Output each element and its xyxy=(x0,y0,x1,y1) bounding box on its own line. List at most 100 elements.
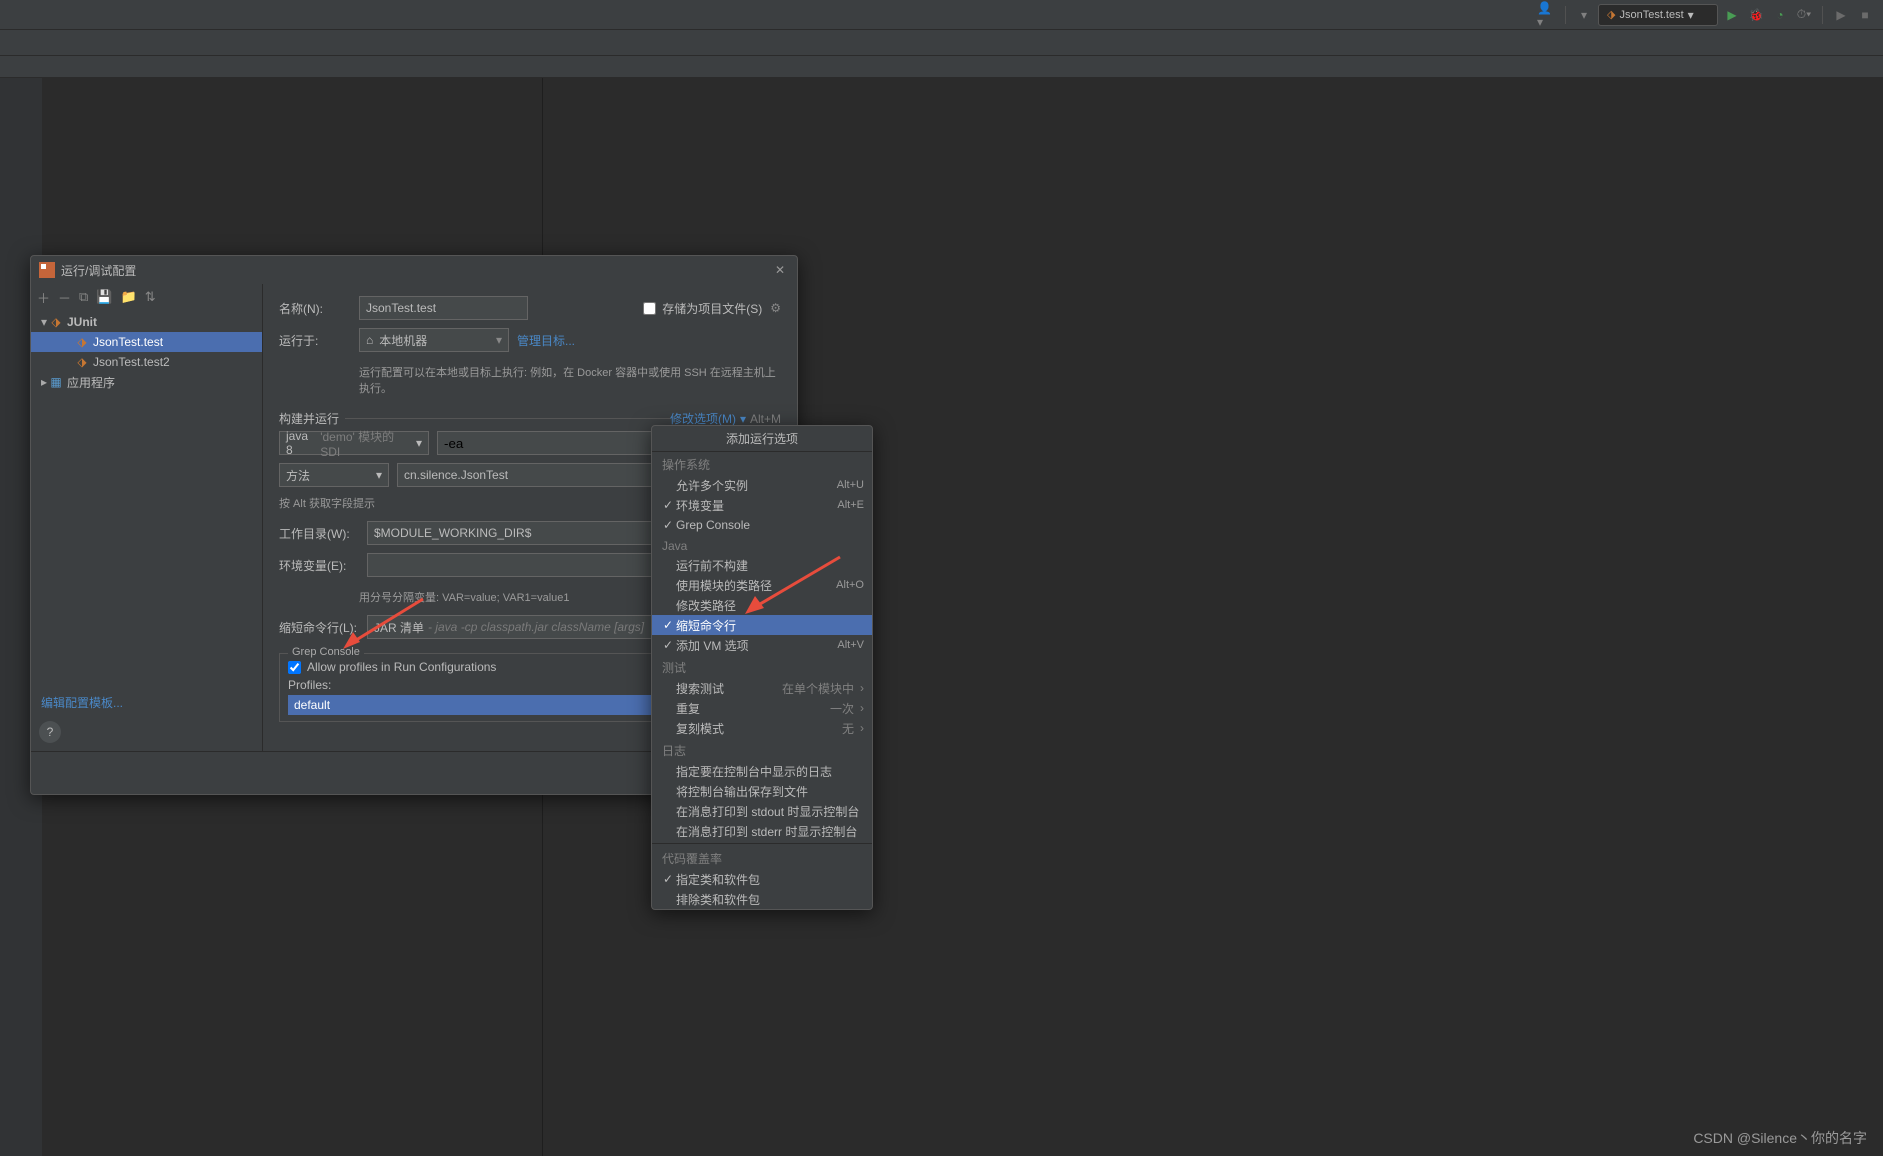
popup-section-coverage: 代码覆盖率 xyxy=(652,846,872,869)
chevron-down-icon: ▾ xyxy=(496,333,502,347)
chevron-down-icon: ▾ xyxy=(1688,8,1694,22)
manage-targets-link[interactable]: 管理目标... xyxy=(517,332,575,349)
shorten-label: 缩短命令行(L): xyxy=(279,619,359,636)
workdir-label: 工作目录(W): xyxy=(279,525,359,542)
run-icon[interactable]: ▶ xyxy=(1722,5,1742,25)
checkbox[interactable] xyxy=(643,302,656,315)
add-icon[interactable]: ＋ xyxy=(37,288,50,307)
run-on-select[interactable]: ⌂ 本地机器 ▾ xyxy=(359,328,509,352)
junit-icon: ⬗ xyxy=(1607,8,1615,21)
user-icon[interactable]: 👤▾ xyxy=(1537,5,1557,25)
profile-value: default xyxy=(294,698,330,712)
chevron-right-icon: › xyxy=(860,721,864,735)
tab-strip xyxy=(0,30,1883,56)
popup-item[interactable]: ✓指定类和软件包 xyxy=(652,869,872,889)
popup-item[interactable]: 在消息打印到 stdout 时显示控制台 xyxy=(652,801,872,821)
popup-item-shorten-cmdline[interactable]: ✓缩短命令行 xyxy=(652,615,872,635)
run-on-row: 运行于: ⌂ 本地机器 ▾ 管理目标... xyxy=(279,328,781,352)
popup-item[interactable]: 搜索测试在单个模块中› xyxy=(652,678,872,698)
chevron-down-icon: ▾ xyxy=(416,436,422,450)
run-on-value: 本地机器 xyxy=(379,332,427,349)
grep-legend: Grep Console xyxy=(288,646,364,658)
tree-item[interactable]: ⬗ JsonTest.test2 xyxy=(31,352,262,372)
separator xyxy=(1565,6,1566,24)
popup-item[interactable]: 运行前不构建 xyxy=(652,555,872,575)
chevron-down-icon: ▾ xyxy=(376,468,382,482)
popup-section-test: 测试 xyxy=(652,655,872,678)
junit-icon: ⬗ xyxy=(75,335,89,349)
config-tree-panel: ＋ － ⧉ 💾 📁 ⇅ ▾ ⬗ JUnit ⬗ JsonTest.test ⬗ xyxy=(31,284,263,751)
junit-icon: ⬗ xyxy=(49,315,63,329)
gear-icon[interactable]: ⚙ xyxy=(770,301,781,315)
separator xyxy=(652,843,872,844)
config-tree[interactable]: ▾ ⬗ JUnit ⬗ JsonTest.test ⬗ JsonTest.tes… xyxy=(31,310,262,684)
tree-junit[interactable]: ▾ ⬗ JUnit xyxy=(31,312,262,332)
remove-icon[interactable]: － xyxy=(58,288,71,307)
save-icon[interactable]: 💾 xyxy=(96,289,112,305)
popup-item[interactable]: 将控制台输出保存到文件 xyxy=(652,781,872,801)
sort-icon[interactable]: ⇅ xyxy=(145,289,156,305)
test-class-value: cn.silence.JsonTest xyxy=(404,468,508,482)
popup-item[interactable]: 重复一次› xyxy=(652,698,872,718)
hammer-icon[interactable]: ▾ xyxy=(1574,5,1594,25)
check-icon: ✓ xyxy=(660,872,676,886)
help-button[interactable]: ? xyxy=(39,721,61,743)
separator xyxy=(1822,6,1823,24)
name-label: 名称(N): xyxy=(279,300,351,317)
section-label: 构建并运行 xyxy=(279,410,339,427)
checkbox[interactable] xyxy=(288,661,301,674)
env-label: 环境变量(E): xyxy=(279,557,359,574)
run-config-dropdown[interactable]: ⬗ JsonTest.test ▾ xyxy=(1598,4,1718,26)
dialog-titlebar: 运行/调试配置 ✕ xyxy=(31,256,797,284)
popup-item[interactable]: 在消息打印到 stderr 时显示控制台 xyxy=(652,821,872,841)
popup-item[interactable]: 允许多个实例Alt+U xyxy=(652,475,872,495)
debug-icon[interactable]: 🐞 xyxy=(1746,5,1766,25)
tree-application[interactable]: ▸ ▦ 应用程序 xyxy=(31,372,262,392)
store-label: 存储为项目文件(S) xyxy=(662,300,762,317)
store-as-file-checkbox[interactable]: 存储为项目文件(S) xyxy=(643,300,762,317)
chevron-down-icon: ▾ xyxy=(39,315,49,329)
shortcut-hint: Alt+M xyxy=(750,412,781,426)
separator xyxy=(345,418,670,419)
coverage-icon[interactable]: ◔ xyxy=(1770,5,1790,25)
popup-item[interactable]: 使用模块的类路径Alt+O xyxy=(652,575,872,595)
application-icon: ▦ xyxy=(49,375,63,389)
stop-icon[interactable]: ■ xyxy=(1855,5,1875,25)
allow-profiles-label: Allow profiles in Run Configurations xyxy=(307,660,496,674)
module-hint: 'demo' 模块的 SDI xyxy=(320,428,412,459)
run-on-hint: 运行配置可以在本地或目标上执行: 例如，在 Docker 容器中或使用 SSH … xyxy=(359,364,781,396)
popup-item[interactable]: ✓添加 VM 选项Alt+V xyxy=(652,635,872,655)
copy-icon[interactable]: ⧉ xyxy=(79,289,88,305)
name-row: 名称(N): 存储为项目文件(S) ⚙ xyxy=(279,296,781,320)
jdk-select[interactable]: java 8 'demo' 模块的 SDI ▾ xyxy=(279,431,429,455)
run-config-name: JsonTest.test xyxy=(1619,9,1683,21)
folder-icon[interactable]: 📁 xyxy=(121,289,137,305)
main-toolbar: 👤▾ ▾ ⬗ JsonTest.test ▾ ▶ 🐞 ◔ ⏱▾ ▶ ■ xyxy=(0,0,1883,30)
chevron-down-icon: ▾ xyxy=(740,412,746,426)
edit-templates-link[interactable]: 编辑配置模板... xyxy=(31,684,262,721)
check-icon: ✓ xyxy=(660,498,676,512)
jdk-value: java 8 xyxy=(286,429,316,457)
run-on-label: 运行于: xyxy=(279,332,351,349)
popup-item[interactable]: 指定要在控制台中显示的日志 xyxy=(652,761,872,781)
tree-item-label: JsonTest.test2 xyxy=(93,355,170,369)
check-icon: ✓ xyxy=(660,638,676,652)
dialog-title: 运行/调试配置 xyxy=(61,262,136,279)
add-run-options-popup: 添加运行选项 操作系统 允许多个实例Alt+U ✓环境变量Alt+E ✓Grep… xyxy=(651,425,873,910)
popup-item[interactable]: 排除类和软件包 xyxy=(652,889,872,909)
popup-item[interactable]: 复刻模式无› xyxy=(652,718,872,738)
intellij-icon xyxy=(39,262,55,278)
name-input[interactable] xyxy=(359,296,528,320)
profile-icon[interactable]: ⏱▾ xyxy=(1794,5,1814,25)
tree-item[interactable]: ⬗ JsonTest.test xyxy=(31,332,262,352)
popup-item[interactable]: ✓Grep Console xyxy=(652,515,872,535)
close-button[interactable]: ✕ xyxy=(771,261,789,279)
tree-item-label: JsonTest.test xyxy=(93,335,163,349)
tree-app-label: 应用程序 xyxy=(67,374,115,391)
tree-toolbar: ＋ － ⧉ 💾 📁 ⇅ xyxy=(31,284,262,310)
popup-item[interactable]: ✓环境变量Alt+E xyxy=(652,495,872,515)
home-icon: ⌂ xyxy=(366,333,373,347)
test-kind-select[interactable]: 方法 ▾ xyxy=(279,463,389,487)
step-icon[interactable]: ▶ xyxy=(1831,5,1851,25)
popup-item[interactable]: 修改类路径 xyxy=(652,595,872,615)
